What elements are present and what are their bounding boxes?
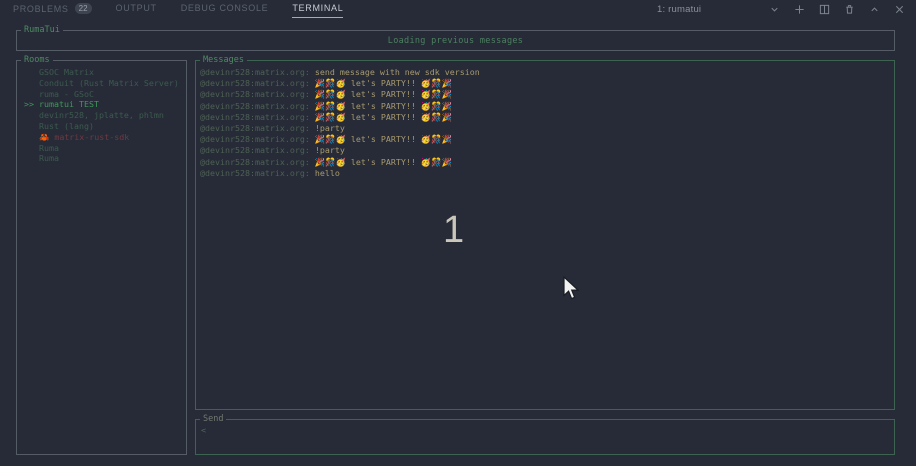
terminal-instance-value: 1: rumatui [657, 4, 701, 15]
message-row: @devinr528:matrix.org: hello [200, 168, 894, 179]
room-item[interactable]: >>rumatui TEST [17, 99, 186, 110]
selected-room-marker [24, 143, 39, 154]
room-name: Ruma [39, 153, 59, 164]
mouse-cursor-icon [562, 276, 579, 301]
messages-list: @devinr528:matrix.org: send message with… [196, 61, 894, 179]
room-item[interactable]: GSOC Matrix [17, 67, 186, 78]
message-sender: @devinr528:matrix.org: [200, 112, 315, 122]
selected-room-marker [24, 67, 39, 78]
chevron-down-icon [768, 3, 781, 16]
send-panel[interactable]: Send < [195, 419, 895, 455]
tab-debug-console[interactable]: DEBUG CONSOLE [181, 3, 269, 17]
room-name: 🦀 matrix-rust-sdk [39, 132, 129, 143]
selected-room-marker [24, 121, 39, 132]
chevron-up-icon [869, 4, 880, 15]
message-text: !party [315, 123, 345, 133]
tab-problems[interactable]: PROBLEMS 22 [13, 3, 92, 18]
message-row: @devinr528:matrix.org: 🎉🎊🥳 let's PARTY!!… [200, 101, 894, 112]
selected-room-marker: >> [24, 99, 39, 110]
plus-icon [794, 4, 805, 15]
panel-tabs: PROBLEMS 22 OUTPUT DEBUG CONSOLE TERMINA… [13, 3, 343, 18]
new-terminal-button[interactable] [793, 3, 806, 16]
tab-terminal[interactable]: TERMINAL [292, 3, 343, 18]
room-name: Ruma [39, 143, 59, 154]
room-name: GSOC Matrix [39, 67, 94, 78]
message-text: 🎉🎊🥳 let's PARTY!! 🥳🎊🎉 [315, 112, 452, 122]
message-sender: @devinr528:matrix.org: [200, 101, 315, 111]
message-row: @devinr528:matrix.org: send message with… [200, 67, 894, 78]
tab-debug-console-label: DEBUG CONSOLE [181, 3, 269, 13]
problems-count-badge: 22 [75, 3, 92, 14]
message-text: 🎉🎊🥳 let's PARTY!! 🥳🎊🎉 [315, 101, 452, 111]
message-row: @devinr528:matrix.org: !party [200, 123, 894, 134]
message-row: @devinr528:matrix.org: 🎉🎊🥳 let's PARTY!!… [200, 89, 894, 100]
room-item[interactable]: devinr528, jplatte, phlmn [17, 110, 186, 121]
panel-header: PROBLEMS 22 OUTPUT DEBUG CONSOLE TERMINA… [0, 0, 916, 20]
loading-status: Loading previous messages [17, 31, 894, 50]
message-sender: @devinr528:matrix.org: [200, 168, 315, 178]
message-text: 🎉🎊🥳 let's PARTY!! 🥳🎊🎉 [315, 78, 452, 88]
message-text: 🎉🎊🥳 let's PARTY!! 🥳🎊🎉 [315, 89, 452, 99]
room-item[interactable]: ruma - GSoC [17, 89, 186, 100]
room-item[interactable]: Ruma [17, 153, 186, 164]
send-input-prompt[interactable]: < [201, 425, 206, 435]
selected-room-marker [24, 110, 39, 121]
room-name: Rust (lang) [39, 121, 94, 132]
message-row: @devinr528:matrix.org: !party [200, 145, 894, 156]
close-panel-button[interactable] [893, 3, 906, 16]
maximize-panel-button[interactable] [868, 3, 881, 16]
tab-output[interactable]: OUTPUT [116, 3, 157, 17]
selected-room-marker [24, 78, 39, 89]
message-row: @devinr528:matrix.org: 🎉🎊🥳 let's PARTY!!… [200, 112, 894, 123]
selected-room-marker [24, 153, 39, 164]
message-text: 🎉🎊🥳 let's PARTY!! 🥳🎊🎉 [315, 134, 452, 144]
message-sender: @devinr528:matrix.org: [200, 67, 315, 77]
kill-terminal-button[interactable] [843, 3, 856, 16]
room-name: devinr528, jplatte, phlmn [39, 110, 164, 121]
room-name: Conduit (Rust Matrix Server) [39, 78, 179, 89]
selected-room-marker [24, 89, 39, 100]
selected-room-marker [24, 132, 39, 143]
room-name: rumatui TEST [39, 99, 99, 110]
room-item[interactable]: Ruma [17, 143, 186, 154]
message-text: send message with new sdk version [315, 67, 480, 77]
messages-panel: Messages @devinr528:matrix.org: send mes… [195, 60, 895, 410]
terminal-instance-select[interactable]: 1: rumatui [657, 3, 781, 16]
message-sender: @devinr528:matrix.org: [200, 123, 315, 133]
overlay-number: 1 [443, 211, 464, 249]
tab-terminal-label: TERMINAL [292, 3, 343, 13]
message-sender: @devinr528:matrix.org: [200, 157, 315, 167]
message-row: @devinr528:matrix.org: 🎉🎊🥳 let's PARTY!!… [200, 78, 894, 89]
send-title: Send [200, 414, 226, 425]
message-sender: @devinr528:matrix.org: [200, 145, 315, 155]
message-sender: @devinr528:matrix.org: [200, 134, 315, 144]
room-item[interactable]: 🦀 matrix-rust-sdk [17, 132, 186, 143]
tab-problems-label: PROBLEMS [13, 4, 69, 14]
rooms-panel: Rooms GSOC MatrixConduit (Rust Matrix Se… [16, 60, 187, 455]
split-icon [819, 4, 830, 15]
terminal-controls: 1: rumatui [657, 3, 906, 16]
messages-title: Messages [200, 55, 247, 66]
message-sender: @devinr528:matrix.org: [200, 78, 315, 88]
rooms-title: Rooms [21, 55, 53, 66]
room-item[interactable]: Rust (lang) [17, 121, 186, 132]
close-icon [894, 4, 905, 15]
app-title: RumaTui [21, 25, 63, 36]
message-row: @devinr528:matrix.org: 🎉🎊🥳 let's PARTY!!… [200, 157, 894, 168]
split-terminal-button[interactable] [818, 3, 831, 16]
tab-output-label: OUTPUT [116, 3, 157, 13]
message-text: 🎉🎊🥳 let's PARTY!! 🥳🎊🎉 [315, 157, 452, 167]
room-item[interactable]: Conduit (Rust Matrix Server) [17, 78, 186, 89]
message-row: @devinr528:matrix.org: 🎉🎊🥳 let's PARTY!!… [200, 134, 894, 145]
trash-icon [844, 4, 855, 15]
message-text: hello [315, 168, 340, 178]
rumatui-loading-box: RumaTui Loading previous messages [16, 30, 895, 51]
room-name: ruma - GSoC [39, 89, 94, 100]
message-sender: @devinr528:matrix.org: [200, 89, 315, 99]
message-text: !party [315, 145, 345, 155]
rooms-list: GSOC MatrixConduit (Rust Matrix Server)r… [17, 61, 186, 164]
